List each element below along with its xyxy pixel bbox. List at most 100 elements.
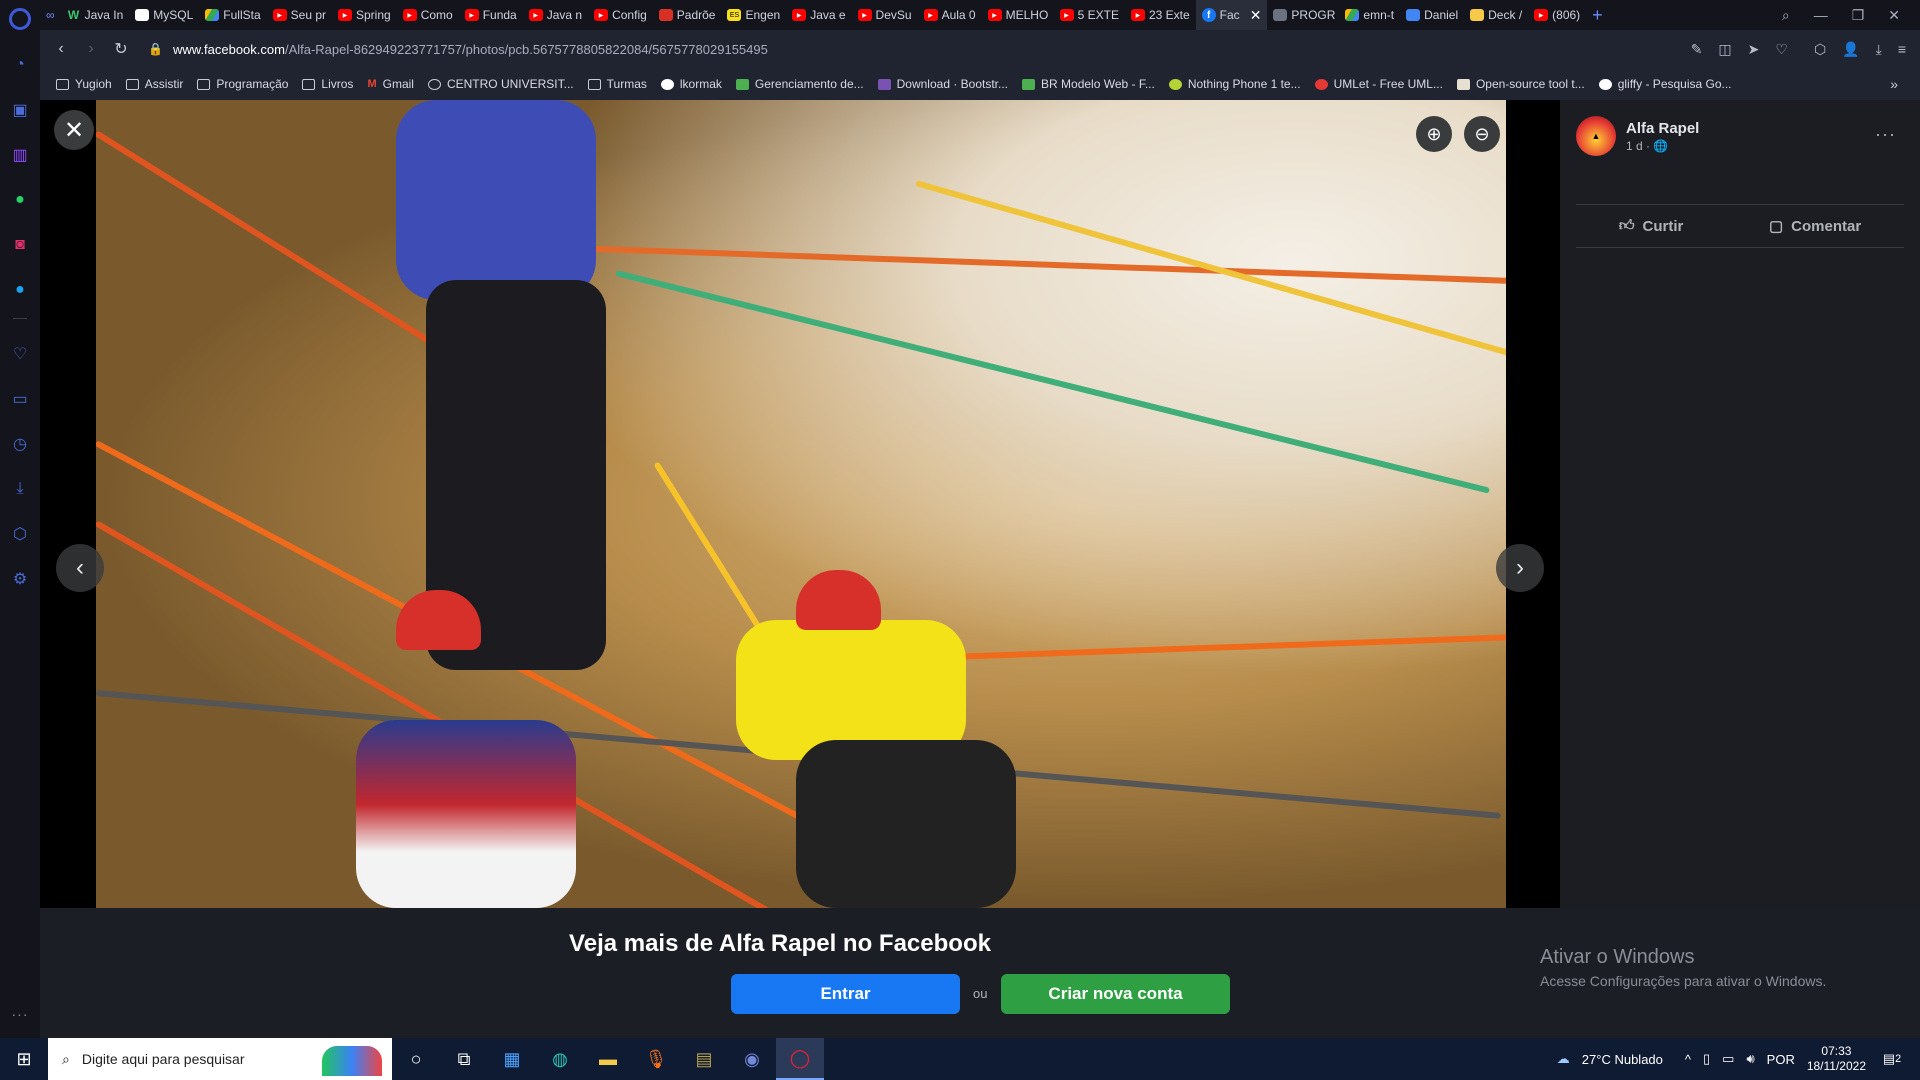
post-author[interactable]: Alfa Rapel xyxy=(1626,120,1699,137)
task-view-icon[interactable]: ⧉ xyxy=(440,1038,488,1080)
zoom-out-button[interactable]: ⊖ xyxy=(1464,116,1500,152)
browser-tab[interactable]: FullSta xyxy=(199,0,266,30)
browser-tab[interactable]: MELHO xyxy=(982,0,1054,30)
twitch-icon[interactable]: ▥ xyxy=(10,145,30,165)
store-icon[interactable]: ▦ xyxy=(488,1038,536,1080)
url-field[interactable]: 🔒 www.facebook.com/Alfa-Rapel-8629492237… xyxy=(148,42,1691,57)
browser-tab[interactable]: Funda xyxy=(459,0,523,30)
bookmark-item[interactable]: Programação xyxy=(197,77,288,91)
browser-tab[interactable]: Config xyxy=(588,0,653,30)
comment-button[interactable]: ▢ Comentar xyxy=(1769,217,1861,236)
browser-tab[interactable]: DevSu xyxy=(852,0,918,30)
file-explorer-icon[interactable]: ▬ xyxy=(584,1038,632,1080)
profile-icon[interactable]: 👤 xyxy=(1842,41,1859,58)
browser-tab[interactable]: Como xyxy=(397,0,459,30)
bookmark-item[interactable]: gliffy - Pesquisa Go... xyxy=(1598,77,1732,91)
bookmark-item[interactable]: Livros xyxy=(302,77,353,91)
opera-logo-icon[interactable] xyxy=(9,8,31,30)
heart-bookmark-icon[interactable]: ♡ xyxy=(1775,41,1788,58)
like-button[interactable]: 👍︎ Curtir xyxy=(1619,217,1684,235)
taskbar-search[interactable]: ⌕ Digite aqui para pesquisar xyxy=(48,1038,392,1080)
speed-dial-icon[interactable]: ◔ xyxy=(10,55,30,75)
shopping-icon[interactable]: ▣ xyxy=(10,100,30,120)
extensions-icon[interactable]: ⬡ xyxy=(10,524,30,544)
tabs-icon[interactable]: ▭ xyxy=(10,389,30,409)
bookmark-item[interactable]: UMLet - Free UML... xyxy=(1314,77,1443,91)
minecraft-launcher-icon[interactable]: ▤ xyxy=(680,1038,728,1080)
easy-setup-icon[interactable]: ≡ xyxy=(1898,41,1906,58)
new-tab-button[interactable]: + xyxy=(1586,0,1609,30)
back-button[interactable]: ‹ xyxy=(46,40,76,58)
zoom-in-button[interactable]: ⊕ xyxy=(1416,116,1452,152)
whatsapp-icon[interactable]: ● xyxy=(10,190,30,210)
browser-tab[interactable]: PROGR xyxy=(1267,0,1339,30)
close-viewer-button[interactable]: ✕ xyxy=(54,110,94,150)
tray-expand-icon[interactable]: ^ xyxy=(1685,1052,1691,1067)
settings-icon[interactable]: ⚙ xyxy=(10,569,30,589)
browser-tab[interactable]: Padrõe xyxy=(653,0,722,30)
browser-tab[interactable]: Seu pr xyxy=(267,0,332,30)
volume-icon[interactable]: 🔊︎ xyxy=(1746,1051,1754,1067)
workspaces-icon[interactable]: ∞ xyxy=(40,0,61,30)
browser-tab[interactable]: ES Engen xyxy=(721,0,786,30)
tab-active[interactable]: f Fac ✕ xyxy=(1195,0,1268,30)
send-icon[interactable]: ➤ xyxy=(1748,41,1760,58)
edge-icon[interactable]: ◍ xyxy=(536,1038,584,1080)
bookmark-item[interactable]: Yugioh xyxy=(56,77,112,91)
browser-tab[interactable]: 5 EXTE xyxy=(1054,0,1125,30)
browser-tab[interactable]: MySQL xyxy=(129,0,199,30)
clock[interactable]: 07:33 18/11/2022 xyxy=(1807,1044,1866,1074)
heart-icon[interactable]: ♡ xyxy=(10,344,30,364)
notification-center-icon[interactable]: ▤ 2 xyxy=(1878,1045,1906,1073)
bookmark-item[interactable]: CENTRO UNIVERSIT... xyxy=(427,77,574,91)
browser-tab[interactable]: Aula 0 xyxy=(918,0,982,30)
post-time[interactable]: 1 d · xyxy=(1626,139,1653,153)
tab-search-icon[interactable]: ⌕ xyxy=(1782,7,1790,24)
bookmarks-overflow-icon[interactable]: » xyxy=(1890,76,1898,92)
browser-tab[interactable]: Java n xyxy=(523,0,588,30)
bookmark-item[interactable]: Open-source tool t... xyxy=(1456,77,1585,91)
device-icon[interactable]: ▯ xyxy=(1703,1051,1710,1067)
weather-text[interactable]: 27°C Nublado xyxy=(1582,1052,1663,1067)
bookmark-item[interactable]: Assistir xyxy=(125,77,183,91)
close-window-button[interactable]: ✕ xyxy=(1888,7,1900,24)
browser-tab[interactable]: Daniel xyxy=(1400,0,1464,30)
browser-tab[interactable]: W Java In xyxy=(61,0,130,30)
browser-tab[interactable]: Spring xyxy=(332,0,397,30)
reload-button[interactable]: ↻ xyxy=(106,39,136,59)
start-button[interactable]: ⊞ xyxy=(0,1038,48,1080)
browser-tab[interactable]: Java e xyxy=(786,0,851,30)
login-button[interactable]: Entrar xyxy=(731,974,960,1014)
bookmark-item[interactable]: Nothing Phone 1 te... xyxy=(1168,77,1301,91)
bookmark-item[interactable]: lkormak xyxy=(660,77,722,91)
extension-cube-icon[interactable]: ⬡ xyxy=(1814,41,1826,58)
browser-tab[interactable]: (806) xyxy=(1528,0,1586,30)
browser-tab[interactable]: 23 Exte xyxy=(1125,0,1196,30)
bookmark-item[interactable]: BR Modelo Web - F... xyxy=(1022,77,1155,91)
forward-button[interactable]: › xyxy=(76,40,106,58)
close-tab-icon[interactable]: ✕ xyxy=(1250,7,1262,24)
edit-icon[interactable]: ✎ xyxy=(1691,41,1703,58)
history-icon[interactable]: ◷ xyxy=(10,434,30,454)
avatar[interactable]: ▲ xyxy=(1576,116,1616,156)
opera-app-icon[interactable]: ◯ xyxy=(776,1038,824,1080)
network-icon[interactable]: ▭ xyxy=(1722,1051,1734,1067)
language-indicator[interactable]: POR xyxy=(1767,1052,1795,1067)
downloads-icon[interactable]: ⤓ xyxy=(10,479,30,499)
weather-icon[interactable]: ☁ xyxy=(1557,1051,1570,1067)
snapshot-icon[interactable]: ◫ xyxy=(1718,41,1731,58)
download-icon[interactable]: ⤓ xyxy=(1876,41,1882,58)
bookmark-item[interactable]: Download · Bootstr... xyxy=(877,77,1008,91)
instagram-icon[interactable]: ◙ xyxy=(10,235,30,255)
create-account-button[interactable]: Criar nova conta xyxy=(1001,974,1230,1014)
more-options-icon[interactable]: ··· xyxy=(1875,124,1896,145)
microphone-icon[interactable]: 🎙︎ xyxy=(632,1038,680,1080)
twitter-icon[interactable]: ● xyxy=(10,280,30,300)
cortana-icon[interactable]: ○ xyxy=(392,1038,440,1080)
browser-tab[interactable]: emn-t xyxy=(1339,0,1400,30)
next-photo-button[interactable]: › xyxy=(1496,544,1544,592)
browser-tab[interactable]: Deck / xyxy=(1464,0,1528,30)
minimize-button[interactable]: — xyxy=(1814,7,1828,23)
bookmark-item[interactable]: Turmas xyxy=(587,77,647,91)
previous-photo-button[interactable]: ‹ xyxy=(56,544,104,592)
